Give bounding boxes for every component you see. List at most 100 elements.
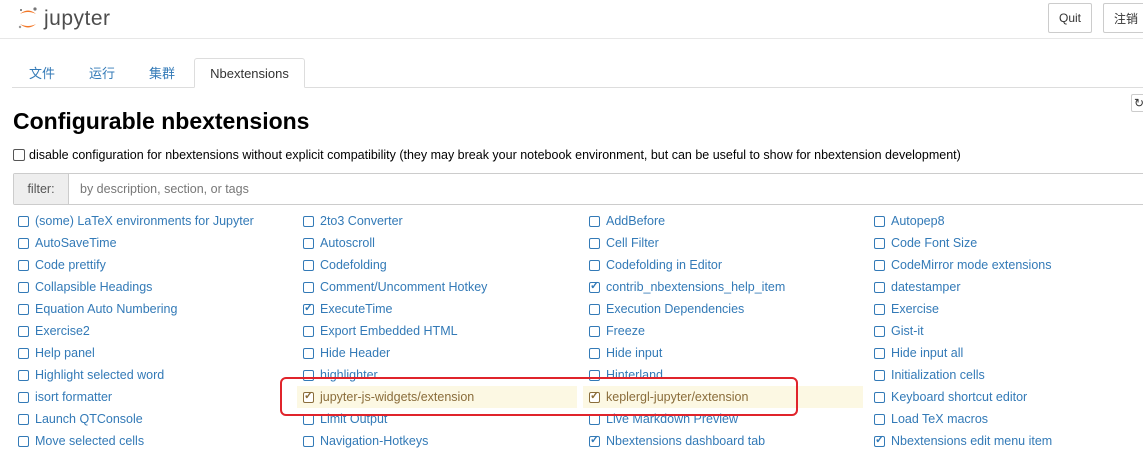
nbextension-label[interactable]: highlighter xyxy=(320,368,378,382)
nbextension-label[interactable]: Move selected cells xyxy=(35,434,144,448)
enabled-checkbox[interactable]: ✓ xyxy=(303,302,314,315)
disabled-checkbox[interactable] xyxy=(589,259,600,271)
nbextension-item[interactable]: ✓ keplergl-jupyter/extension xyxy=(583,386,863,408)
nbextension-label[interactable]: Load TeX macros xyxy=(891,412,988,426)
nbextension-label[interactable]: (some) LaTeX environments for Jupyter xyxy=(35,214,254,228)
compat-checkbox[interactable] xyxy=(13,149,25,161)
nbextension-label[interactable]: Autoscroll xyxy=(320,236,375,250)
disabled-checkbox[interactable] xyxy=(874,413,885,425)
disabled-checkbox[interactable] xyxy=(18,391,29,403)
disabled-checkbox[interactable] xyxy=(303,325,314,337)
nbextension-label[interactable]: 2to3 Converter xyxy=(320,214,403,228)
nbextension-item[interactable]: Load TeX macros xyxy=(868,408,1143,430)
disabled-checkbox[interactable] xyxy=(874,281,885,293)
nbextension-item[interactable]: Hinterland xyxy=(583,364,863,386)
nbextension-label[interactable]: Collapsible Headings xyxy=(35,280,152,294)
disabled-checkbox[interactable] xyxy=(18,237,29,249)
disabled-checkbox[interactable] xyxy=(18,259,29,271)
nbextension-label[interactable]: Equation Auto Numbering xyxy=(35,302,177,316)
nbextension-item[interactable]: highlighter xyxy=(297,364,577,386)
nbextension-item[interactable]: Export Embedded HTML xyxy=(297,320,577,342)
disabled-checkbox[interactable] xyxy=(589,215,600,227)
nbextension-item[interactable]: Code prettify xyxy=(12,254,292,276)
nbextension-label[interactable]: Keyboard shortcut editor xyxy=(891,390,1027,404)
nbextension-label[interactable]: Export Embedded HTML xyxy=(320,324,458,338)
nbextension-label[interactable]: Highlight selected word xyxy=(35,368,164,382)
nbextension-label[interactable]: Freeze xyxy=(606,324,645,338)
nbextension-label[interactable]: Hinterland xyxy=(606,368,663,382)
nbextension-item[interactable]: Codefolding in Editor xyxy=(583,254,863,276)
nbextension-item[interactable]: Freeze xyxy=(583,320,863,342)
nbextension-item[interactable]: Highlight selected word xyxy=(12,364,292,386)
nbextension-item[interactable]: Exercise xyxy=(868,298,1143,320)
nbextension-item[interactable]: Comment/Uncomment Hotkey xyxy=(297,276,577,298)
nbextension-item[interactable]: Gist-it xyxy=(868,320,1143,342)
enabled-checkbox[interactable]: ✓ xyxy=(874,434,885,447)
nbextension-label[interactable]: Hide input xyxy=(606,346,662,360)
disabled-checkbox[interactable] xyxy=(874,369,885,381)
nbextension-item[interactable]: Cell Filter xyxy=(583,232,863,254)
disabled-checkbox[interactable] xyxy=(589,325,600,337)
nbextension-label[interactable]: isort formatter xyxy=(35,390,112,404)
nbextension-item[interactable]: isort formatter xyxy=(12,386,292,408)
nbextension-item[interactable]: CodeMirror mode extensions xyxy=(868,254,1143,276)
nbextension-item[interactable]: 2to3 Converter xyxy=(297,210,577,232)
enabled-checkbox[interactable]: ✓ xyxy=(589,434,600,447)
nbextension-item[interactable]: ✓ ExecuteTime xyxy=(297,298,577,320)
nbextension-label[interactable]: Comment/Uncomment Hotkey xyxy=(320,280,487,294)
disabled-checkbox[interactable] xyxy=(18,325,29,337)
nbextension-item[interactable]: Initialization cells xyxy=(868,364,1143,386)
logout-button[interactable]: 注销 xyxy=(1103,3,1143,33)
nbextension-label[interactable]: ExecuteTime xyxy=(320,302,392,316)
nbextension-item[interactable]: AutoSaveTime xyxy=(12,232,292,254)
disabled-checkbox[interactable] xyxy=(303,413,314,425)
nbextension-label[interactable]: Codefolding xyxy=(320,258,387,272)
nbextension-label[interactable]: Exercise2 xyxy=(35,324,90,338)
nbextension-label[interactable]: Codefolding in Editor xyxy=(606,258,722,272)
disabled-checkbox[interactable] xyxy=(303,215,314,227)
nbextension-item[interactable]: ✓ Nbextensions edit menu item xyxy=(868,430,1143,452)
quit-button[interactable]: Quit xyxy=(1048,3,1092,33)
disabled-checkbox[interactable] xyxy=(589,369,600,381)
disabled-checkbox[interactable] xyxy=(18,413,29,425)
nbextension-label[interactable]: Navigation-Hotkeys xyxy=(320,434,428,448)
disabled-checkbox[interactable] xyxy=(589,347,600,359)
disabled-checkbox[interactable] xyxy=(18,215,29,227)
disabled-checkbox[interactable] xyxy=(303,369,314,381)
nbextension-item[interactable]: Exercise2 xyxy=(12,320,292,342)
nbextension-item[interactable]: Equation Auto Numbering xyxy=(12,298,292,320)
disabled-checkbox[interactable] xyxy=(18,435,29,447)
disabled-checkbox[interactable] xyxy=(303,259,314,271)
nbextension-label[interactable]: datestamper xyxy=(891,280,960,294)
nbextension-item[interactable]: Live Markdown Preview xyxy=(583,408,863,430)
nbextension-item[interactable]: AddBefore xyxy=(583,210,863,232)
nbextension-label[interactable]: Hide input all xyxy=(891,346,963,360)
nbextension-label[interactable]: Nbextensions dashboard tab xyxy=(606,434,765,448)
nbextension-label[interactable]: Autopep8 xyxy=(891,214,945,228)
enabled-checkbox[interactable]: ✓ xyxy=(589,390,600,403)
disabled-checkbox[interactable] xyxy=(589,303,600,315)
nbextension-item[interactable]: Code Font Size xyxy=(868,232,1143,254)
nbextension-item[interactable]: Execution Dependencies xyxy=(583,298,863,320)
disabled-checkbox[interactable] xyxy=(18,303,29,315)
nbextension-item[interactable]: Keyboard shortcut editor xyxy=(868,386,1143,408)
tab-files[interactable]: 文件 xyxy=(12,58,72,87)
nbextension-label[interactable]: Nbextensions edit menu item xyxy=(891,434,1052,448)
jupyter-logo[interactable]: jupyter xyxy=(17,4,111,34)
disabled-checkbox[interactable] xyxy=(303,347,314,359)
disabled-checkbox[interactable] xyxy=(874,237,885,249)
nbextension-item[interactable]: ✓ jupyter-js-widgets/extension xyxy=(297,386,577,408)
nbextension-label[interactable]: Exercise xyxy=(891,302,939,316)
enabled-checkbox[interactable]: ✓ xyxy=(589,280,600,293)
nbextension-item[interactable]: (some) LaTeX environments for Jupyter xyxy=(12,210,292,232)
enabled-checkbox[interactable]: ✓ xyxy=(303,390,314,403)
nbextension-label[interactable]: Help panel xyxy=(35,346,95,360)
tab-nbextensions[interactable]: Nbextensions xyxy=(194,58,305,88)
nbextension-item[interactable]: Collapsible Headings xyxy=(12,276,292,298)
nbextension-label[interactable]: Limit Output xyxy=(320,412,387,426)
nbextension-item[interactable]: Navigation-Hotkeys xyxy=(297,430,577,452)
disabled-checkbox[interactable] xyxy=(18,281,29,293)
disabled-checkbox[interactable] xyxy=(303,281,314,293)
nbextension-item[interactable]: Hide input xyxy=(583,342,863,364)
nbextension-item[interactable]: Help panel xyxy=(12,342,292,364)
